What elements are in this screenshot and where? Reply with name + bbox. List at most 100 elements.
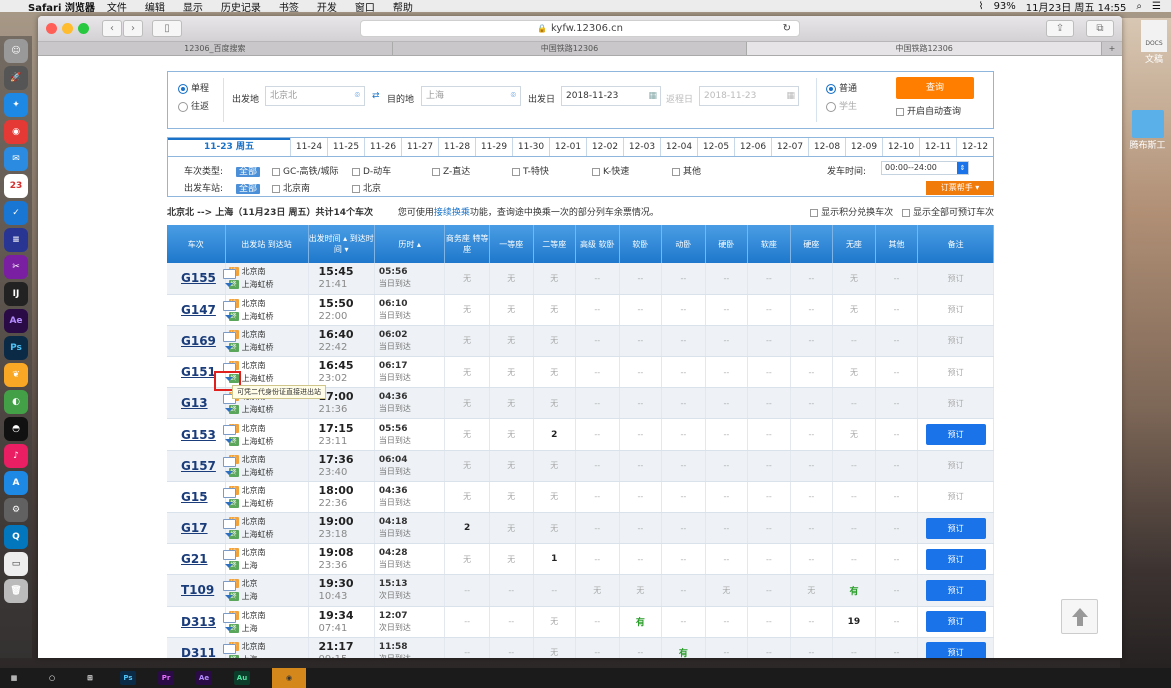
tabs-overview-button[interactable]: ⧉ xyxy=(1086,20,1114,37)
notification-icon[interactable]: ☰ xyxy=(1152,1,1161,12)
return-input[interactable]: 2018-11-23 ▦ xyxy=(699,86,799,106)
train-code-link[interactable]: G21 xyxy=(181,552,208,566)
expand-arrow-icon[interactable] xyxy=(225,564,233,569)
train-code-link[interactable]: G157 xyxy=(181,459,216,473)
photoshop-icon[interactable]: Ps xyxy=(4,336,28,360)
roundtrip-radio[interactable]: 往返 xyxy=(178,99,209,112)
to-station[interactable]: 上海虹桥 xyxy=(242,405,274,414)
seat-cell[interactable]: 无 xyxy=(533,387,577,420)
date-tab-2[interactable]: 11-25 xyxy=(327,138,364,156)
preview-icon[interactable]: ▭ xyxy=(4,552,28,576)
date-tab-16[interactable]: 12-09 xyxy=(845,138,882,156)
desktop-docs[interactable]: DOCS 文稿 xyxy=(1138,20,1170,65)
seat-cell[interactable]: 无 xyxy=(489,418,534,451)
seat-cell[interactable]: 无 xyxy=(533,481,577,514)
idcard-icon[interactable] xyxy=(223,269,236,279)
train-type-option-3[interactable]: T-特快 xyxy=(512,164,549,177)
train-code-link[interactable]: G13 xyxy=(181,396,208,410)
final-cut-icon[interactable]: ✂ xyxy=(4,255,28,279)
task-view-icon[interactable]: ⊞ xyxy=(82,671,98,685)
menu-item-4[interactable]: 书签 xyxy=(279,0,299,14)
premiere-icon[interactable]: Pr xyxy=(158,671,174,685)
col-header-3[interactable]: 历时 ▴ xyxy=(374,225,446,263)
from-station[interactable]: 北京南 xyxy=(242,299,266,308)
book-button[interactable]: 预订 xyxy=(925,579,986,601)
desktop-folder[interactable]: 腾布斯工 xyxy=(1124,110,1171,151)
reload-icon[interactable]: ↻ xyxy=(783,23,791,34)
seat-cell[interactable]: 无 xyxy=(444,450,490,482)
calendar-icon[interactable]: ▦ xyxy=(648,87,657,105)
idcard-icon[interactable] xyxy=(223,643,236,654)
date-tab-10[interactable]: 12-03 xyxy=(623,138,660,156)
from-station[interactable]: 北京 xyxy=(242,579,258,588)
date-tab-3[interactable]: 11-26 xyxy=(364,138,401,156)
seat-cell[interactable]: 无 xyxy=(489,356,534,389)
from-station[interactable]: 北京南 xyxy=(242,486,266,495)
back-button[interactable]: ‹ xyxy=(102,20,122,37)
seat-cell[interactable]: 无 xyxy=(533,450,577,482)
normal-radio[interactable]: 普通 xyxy=(826,81,857,94)
seat-cell[interactable]: 无 xyxy=(444,325,490,358)
expand-arrow-icon[interactable] xyxy=(225,439,233,444)
train-code-link[interactable]: G151 xyxy=(181,365,216,379)
seat-cell[interactable]: 无 xyxy=(533,606,577,638)
date-tab-15[interactable]: 12-08 xyxy=(808,138,845,156)
seat-cell[interactable]: 2 xyxy=(533,418,577,451)
date-tab-11[interactable]: 12-04 xyxy=(660,138,697,156)
forward-button[interactable]: › xyxy=(123,20,143,37)
new-tab-button[interactable]: + xyxy=(1102,42,1122,55)
seat-cell[interactable]: 无 xyxy=(489,263,534,295)
menu-item-6[interactable]: 窗口 xyxy=(355,0,375,14)
to-station[interactable]: 上海 xyxy=(242,624,258,633)
transfer-link[interactable]: 接续换乘 xyxy=(434,208,470,218)
from-station[interactable]: 北京南 xyxy=(242,517,266,526)
menu-item-0[interactable]: 文件 xyxy=(107,0,127,14)
share-button[interactable]: ⇪ xyxy=(1046,20,1074,37)
seat-cell[interactable]: 无 xyxy=(489,450,534,482)
wechat-icon[interactable]: ◐ xyxy=(4,390,28,414)
seat-cell[interactable]: 无 xyxy=(444,543,490,576)
expand-arrow-icon[interactable] xyxy=(225,501,233,506)
seat-cell[interactable]: 无 xyxy=(489,294,534,326)
to-station[interactable]: 上海虹桥 xyxy=(242,437,274,446)
menu-item-3[interactable]: 历史记录 xyxy=(221,0,261,14)
from-station[interactable]: 北京南 xyxy=(242,330,266,339)
from-station[interactable]: 北京南 xyxy=(242,361,266,370)
app-store-icon[interactable]: A xyxy=(4,471,28,495)
to-station[interactable]: 上海 xyxy=(242,655,258,658)
idcard-icon[interactable] xyxy=(223,425,236,436)
swap-icon[interactable]: ⇄ xyxy=(372,91,380,101)
seat-cell[interactable]: 无 xyxy=(533,325,577,358)
oneway-radio[interactable]: 单程 xyxy=(178,81,209,94)
to-input[interactable]: 上海 ⌾ xyxy=(421,86,521,106)
music-icon[interactable]: ♪ xyxy=(4,444,28,468)
train-code-link[interactable]: D311 xyxy=(181,646,216,658)
book-button[interactable]: 预订 xyxy=(925,548,986,570)
train-code-link[interactable]: G155 xyxy=(181,271,216,285)
station-option-0[interactable]: 北京南 xyxy=(272,181,310,194)
battery-text[interactable]: 93% xyxy=(994,1,1016,12)
from-station[interactable]: 北京南 xyxy=(242,611,266,620)
idcard-icon[interactable] xyxy=(223,550,236,561)
seat-cell[interactable]: 无 xyxy=(444,387,490,420)
expand-arrow-icon[interactable] xyxy=(225,408,233,413)
sidebar-button[interactable]: ▯ xyxy=(152,20,182,37)
seat-cell[interactable]: 无 xyxy=(832,263,876,295)
finder-icon[interactable]: ☺ xyxy=(4,39,28,63)
to-station[interactable]: 上海虹桥 xyxy=(242,468,274,477)
to-station[interactable]: 上海 xyxy=(242,561,258,570)
seat-cell[interactable]: 无 xyxy=(489,325,534,358)
wifi-icon[interactable]: ⌇ xyxy=(979,1,984,12)
train-type-all[interactable]: 全部 xyxy=(236,164,261,177)
train-code-link[interactable]: G169 xyxy=(181,334,216,348)
train-code-link[interactable]: G153 xyxy=(181,428,216,442)
book-button[interactable]: 预订 xyxy=(925,517,986,539)
after-effects-icon[interactable]: Ae xyxy=(196,671,212,685)
train-code-link[interactable]: G147 xyxy=(181,303,216,317)
butterfly-icon[interactable]: ❦ xyxy=(4,363,28,387)
train-type-option-5[interactable]: 其他 xyxy=(672,164,701,177)
train-type-option-0[interactable]: GC-高铁/城际 xyxy=(272,164,339,177)
bar-app-icon[interactable]: ≡ xyxy=(4,228,28,252)
idcard-icon[interactable] xyxy=(223,581,236,592)
minimize-window-button[interactable] xyxy=(62,23,73,34)
